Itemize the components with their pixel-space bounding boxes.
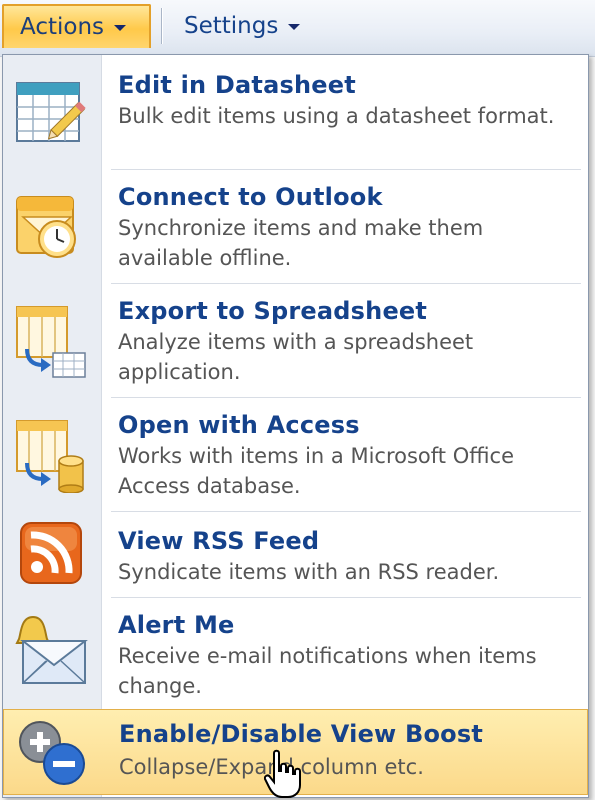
menu-item-alert-me[interactable]: Alert Me Receive e-mail notifications wh…: [3, 599, 588, 705]
access-database-icon: [16, 420, 84, 493]
export-spreadsheet-icon: [16, 306, 86, 378]
actions-menu-button[interactable]: Actions: [2, 4, 151, 48]
menu-item-title: Alert Me: [118, 611, 235, 639]
outlook-icon: [16, 196, 76, 258]
menu-item-description: Synchronize items and make them availabl…: [118, 216, 484, 270]
menu-item-title: Enable/Disable View Boost: [119, 720, 484, 748]
menu-item-title: Edit in Datasheet: [118, 71, 356, 99]
menu-item-title: Open with Access: [118, 411, 360, 439]
toolbar: Actions Settings: [0, 0, 595, 57]
menu-item-export-to-spreadsheet[interactable]: Export to Spreadsheet Analyze items with…: [3, 285, 588, 395]
menu-item-description: Bulk edit items using a datasheet format…: [118, 104, 555, 128]
hand-cursor-icon: [264, 749, 301, 798]
menu-item-description: Works with items in a Microsoft Office A…: [118, 444, 514, 498]
chevron-down-icon: [288, 24, 301, 30]
plus-minus-icon: [19, 721, 85, 785]
datasheet-pencil-icon: [16, 82, 86, 142]
menu-divider: [111, 283, 581, 284]
actions-dropdown-menu: Edit in Datasheet Bulk edit items using …: [2, 54, 589, 798]
menu-item-description: Collapse/Expand column etc.: [119, 755, 424, 779]
menu-item-description: Receive e-mail notifications when items …: [118, 644, 537, 698]
menu-item-title: Connect to Outlook: [118, 183, 383, 211]
alert-bell-envelope-icon: [15, 615, 88, 684]
settings-label: Settings: [184, 13, 279, 39]
toolbar-separator: [161, 8, 162, 44]
rss-icon: [20, 522, 82, 584]
menu-divider: [111, 511, 581, 512]
menu-item-open-with-access[interactable]: Open with Access Works with items in a M…: [3, 399, 588, 509]
actions-label: Actions: [20, 14, 105, 40]
menu-divider: [111, 397, 581, 398]
chevron-down-icon: [114, 25, 127, 31]
menu-item-title: View RSS Feed: [118, 527, 320, 555]
menu-item-description: Syndicate items with an RSS reader.: [118, 560, 500, 584]
menu-divider: [111, 169, 581, 170]
menu-item-description: Analyze items with a spreadsheet applica…: [118, 330, 474, 384]
settings-menu-button[interactable]: Settings: [168, 4, 318, 48]
menu-item-view-rss-feed[interactable]: View RSS Feed Syndicate items with an RS…: [3, 513, 588, 595]
menu-divider: [111, 597, 581, 598]
menu-item-title: Export to Spreadsheet: [118, 297, 428, 325]
menu-item-edit-in-datasheet[interactable]: Edit in Datasheet Bulk edit items using …: [3, 57, 588, 167]
menu-item-connect-to-outlook[interactable]: Connect to Outlook Synchronize items and…: [3, 171, 588, 281]
